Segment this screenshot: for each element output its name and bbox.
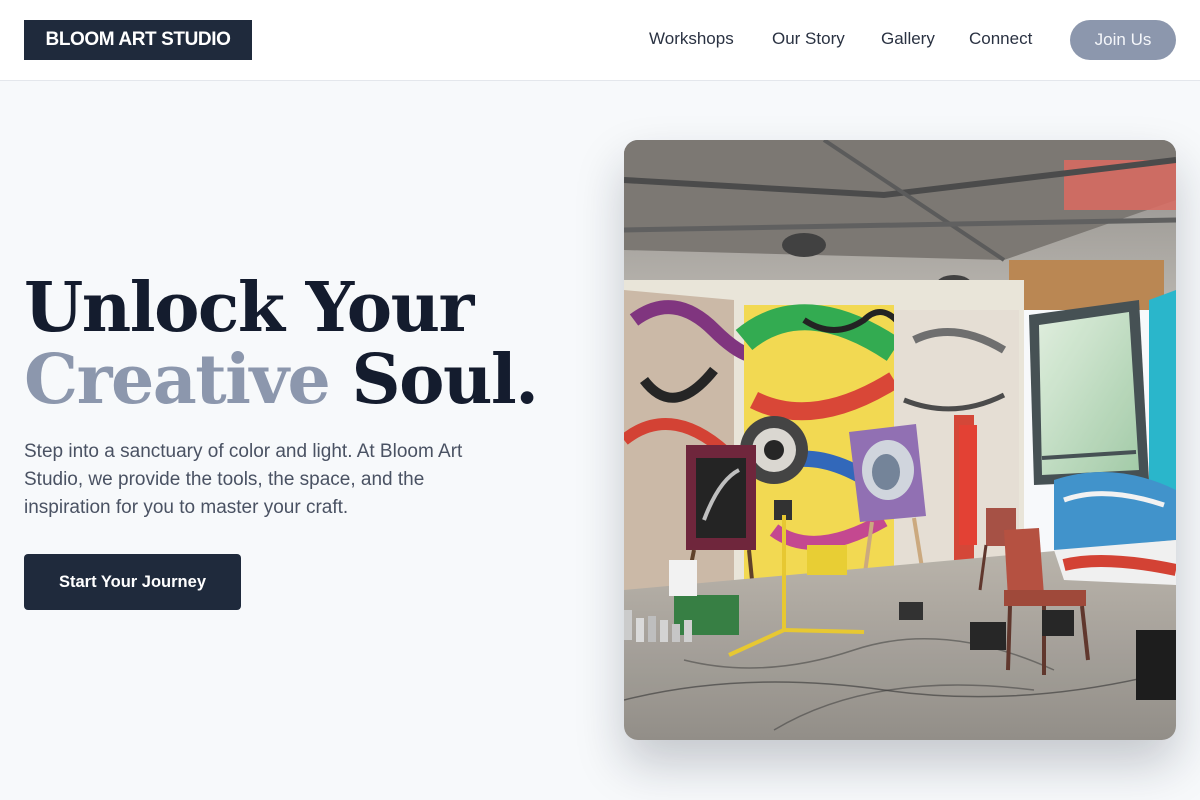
- nav-link-our-story[interactable]: Our Story: [772, 28, 845, 50]
- studio-photo-illustration: [624, 140, 1176, 740]
- hero-studio-image: [624, 140, 1176, 740]
- hero-title-line-1: Unlock Your: [24, 268, 474, 348]
- nav-link-connect[interactable]: Connect: [969, 28, 1032, 50]
- site-header: BLOOM ART STUDIO Workshops Our Story Gal…: [0, 0, 1200, 81]
- hero-title: Unlock Your Creative Soul.: [24, 272, 584, 416]
- main-nav: Workshops Our Story Gallery Connect: [0, 0, 1200, 80]
- join-us-button[interactable]: Join Us: [1070, 20, 1176, 60]
- start-journey-button[interactable]: Start Your Journey: [24, 554, 241, 610]
- hero-description: Step into a sanctuary of color and light…: [24, 441, 463, 518]
- nav-link-gallery[interactable]: Gallery: [881, 28, 935, 50]
- nav-link-workshops[interactable]: Workshops: [649, 28, 734, 50]
- hero-title-end: Soul.: [351, 340, 538, 420]
- hero-title-line-2: Creative Soul.: [24, 344, 584, 416]
- hero-title-highlight: Creative: [24, 340, 331, 420]
